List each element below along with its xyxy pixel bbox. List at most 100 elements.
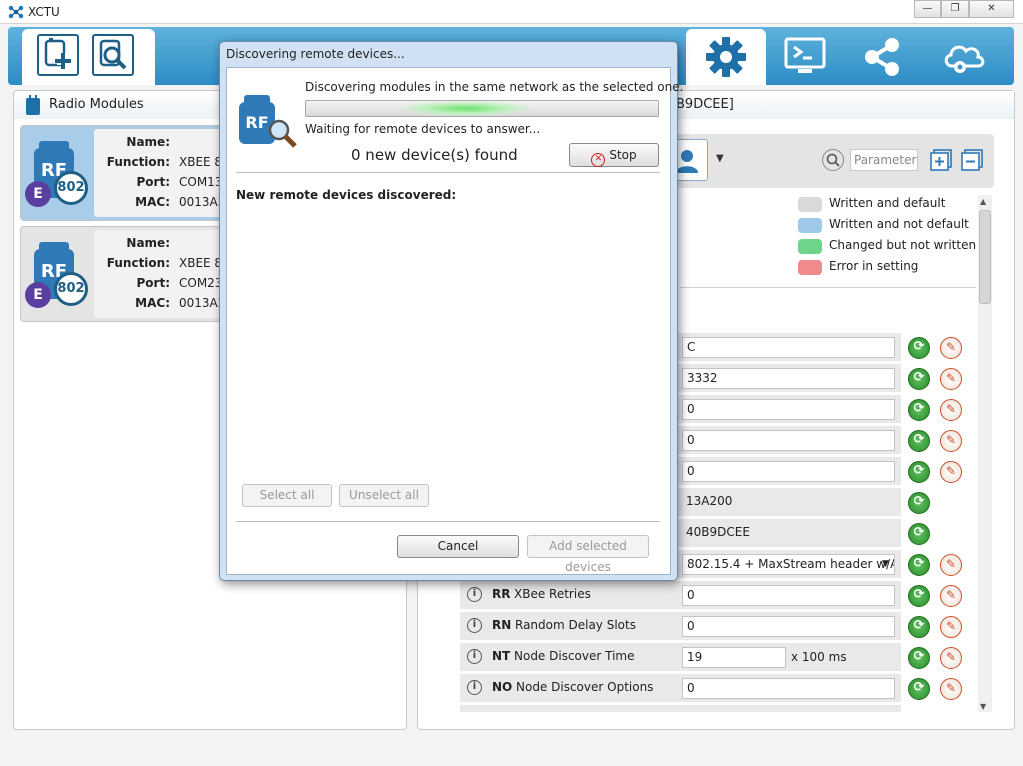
stop-button[interactable]: ✕ Stop <box>569 143 659 167</box>
param-value-input[interactable]: 0 <box>682 616 895 637</box>
read-param-icon[interactable]: ⟳ <box>908 585 930 607</box>
info-icon[interactable]: i <box>467 649 482 664</box>
badge-802: 802 <box>54 272 88 306</box>
close-window-button[interactable]: ✕ <box>969 0 1014 18</box>
param-value-input[interactable]: 0 <box>682 461 895 482</box>
read-param-icon[interactable]: ⟳ <box>908 492 930 514</box>
param-value-input[interactable]: 0 <box>682 430 895 451</box>
read-param-icon[interactable]: ⟳ <box>908 430 930 452</box>
dialog-title: Discovering remote devices... <box>226 47 405 61</box>
write-param-icon[interactable]: ✎ <box>940 554 962 576</box>
stop-label: Stop <box>609 148 637 162</box>
legend-label: Changed but not written <box>829 238 977 252</box>
legend-swatch <box>798 239 822 254</box>
write-param-icon[interactable]: ✎ <box>940 399 962 421</box>
network-icon[interactable] <box>860 36 906 78</box>
mac-label: MAC: <box>135 296 170 310</box>
maximize-button[interactable]: ❐ <box>941 0 969 18</box>
write-param-icon[interactable]: ✎ <box>940 647 962 669</box>
write-param-icon[interactable]: ✎ <box>940 337 962 359</box>
remote-devices-list[interactable] <box>236 210 660 472</box>
param-value-input[interactable]: 19 <box>682 647 786 668</box>
parameter-search-input[interactable]: Parameter <box>850 149 918 171</box>
read-param-icon[interactable]: ⟳ <box>908 678 930 700</box>
param-name: Node Discover Options <box>516 680 654 694</box>
param-value-readonly: 40B9DCEE <box>686 525 750 539</box>
discover-devices-icon[interactable] <box>92 34 134 76</box>
param-row-no: i NO Node Discover Options 0 <box>460 674 901 702</box>
read-param-icon[interactable]: ⟳ <box>908 461 930 483</box>
console-icon[interactable] <box>782 36 828 78</box>
param-row-nt: i NT Node Discover Time 19 x 100 ms <box>460 643 901 671</box>
profile-dropdown-icon[interactable]: ▼ <box>716 153 724 164</box>
legend-divider <box>680 287 976 288</box>
port-label: Port: <box>136 276 171 290</box>
collapse-all-icon[interactable] <box>961 149 983 171</box>
info-icon[interactable]: i <box>467 680 482 695</box>
read-param-icon[interactable]: ⟳ <box>908 554 930 576</box>
param-row-partial <box>460 705 901 712</box>
legend-label: Error in setting <box>829 259 919 273</box>
function-label: Function: <box>106 256 170 270</box>
read-param-icon[interactable]: ⟳ <box>908 523 930 545</box>
expand-all-icon[interactable] <box>930 149 952 171</box>
scroll-up-icon[interactable]: ▲ <box>980 197 986 206</box>
scroll-down-icon[interactable]: ▼ <box>980 702 986 711</box>
param-name: Random Delay Slots <box>515 618 636 632</box>
param-code: NO <box>492 680 513 694</box>
param-value-select[interactable]: 802.15.4 + MaxStream header w/A <box>682 554 895 575</box>
read-param-icon[interactable]: ⟳ <box>908 399 930 421</box>
write-param-icon[interactable]: ✎ <box>940 585 962 607</box>
port-label: Port: <box>136 175 171 189</box>
name-label: Name: <box>126 236 170 250</box>
unselect-all-button[interactable]: Unselect all <box>339 484 429 507</box>
param-value-input[interactable]: C <box>682 337 895 358</box>
cloud-settings-icon[interactable] <box>940 36 988 78</box>
window-title: XCTU <box>28 5 60 19</box>
write-param-icon[interactable]: ✎ <box>940 616 962 638</box>
info-icon[interactable]: i <box>467 618 482 633</box>
param-code: RN <box>492 618 512 632</box>
legend-swatch <box>798 218 822 233</box>
read-param-icon[interactable]: ⟳ <box>908 337 930 359</box>
write-param-icon[interactable]: ✎ <box>940 430 962 452</box>
dialog-divider <box>236 172 660 173</box>
badge-e: E <box>25 181 51 207</box>
read-param-icon[interactable]: ⟳ <box>908 647 930 669</box>
scrollbar-thumb[interactable] <box>979 210 991 304</box>
function-label: Function: <box>106 155 170 169</box>
chevron-down-icon: ▼ <box>882 559 889 569</box>
name-label: Name: <box>126 135 170 149</box>
param-value-input[interactable]: 0 <box>682 678 895 699</box>
param-unit: x 100 ms <box>791 650 847 664</box>
info-icon[interactable]: i <box>467 587 482 602</box>
stop-icon: ✕ <box>591 153 606 167</box>
badge-802: 802 <box>54 171 88 205</box>
param-name: XBee Retries <box>514 587 591 601</box>
remote-devices-header: New remote devices discovered: <box>236 188 457 202</box>
search-icon <box>822 149 844 171</box>
radio-modules-title: Radio Modules <box>49 97 144 112</box>
write-param-icon[interactable]: ✎ <box>940 461 962 483</box>
add-selected-devices-button[interactable]: Add selected devices <box>527 535 649 574</box>
legend-swatch <box>798 197 822 212</box>
param-row-rn: i RN Random Delay Slots 0 <box>460 612 901 640</box>
param-value-readonly: 13A200 <box>686 494 733 508</box>
minimize-button[interactable]: — <box>914 0 941 18</box>
write-param-icon[interactable]: ✎ <box>940 678 962 700</box>
param-value-input[interactable]: 0 <box>682 399 895 420</box>
param-value-input[interactable]: 0 <box>682 585 895 606</box>
devices-found-count: 0 new device(s) found <box>351 146 518 164</box>
discover-module-icon: RF <box>235 92 299 148</box>
legend-label: Written and default <box>829 196 946 210</box>
select-all-button[interactable]: Select all <box>242 484 332 507</box>
progress-fill <box>401 101 531 116</box>
param-name: Node Discover Time <box>514 649 635 663</box>
read-param-icon[interactable]: ⟳ <box>908 616 930 638</box>
cancel-button[interactable]: Cancel <box>397 535 519 558</box>
write-param-icon[interactable]: ✎ <box>940 368 962 390</box>
param-value-input[interactable]: 3332 <box>682 368 895 389</box>
read-param-icon[interactable]: ⟳ <box>908 368 930 390</box>
add-device-icon[interactable] <box>37 34 79 76</box>
xctu-logo-icon <box>8 5 24 19</box>
